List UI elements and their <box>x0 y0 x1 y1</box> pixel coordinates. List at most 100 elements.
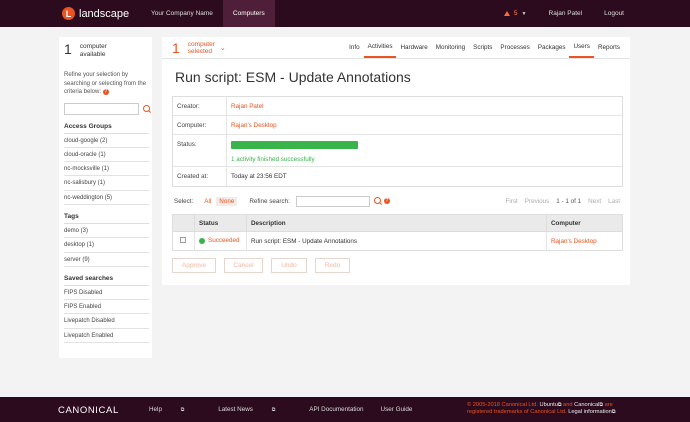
access-group-item[interactable]: nc-weddington (5) <box>64 191 149 205</box>
footer-link-news-label: Latest News <box>218 406 253 413</box>
status-value: 1 activity finished successfully <box>227 135 358 166</box>
available-count: 1 <box>64 41 72 57</box>
nav-computers[interactable]: Computers <box>222 0 275 27</box>
status-column-header: Status <box>194 214 247 232</box>
tab-reports[interactable]: Reports <box>594 37 624 58</box>
success-icon <box>199 237 205 244</box>
refine-search-label: Refine search: <box>249 197 290 205</box>
chevron-down-icon: ⌄ <box>219 44 226 52</box>
external-link-icon: ⧉ <box>611 409 616 416</box>
canonical-logo[interactable]: CANONICAL <box>58 405 119 416</box>
approve-button[interactable]: Approve <box>172 258 216 273</box>
computer-column-header: Computer <box>546 214 623 232</box>
access-groups-title: Access Groups <box>64 123 149 134</box>
computer-tabs: Info Activities Hardware Monitoring Scri… <box>345 37 630 58</box>
row-computer-cell: Rajan's Desktop <box>546 231 623 251</box>
select-label: Select: <box>174 197 194 205</box>
pager-first[interactable]: First <box>506 198 518 205</box>
sidebar-search-input[interactable] <box>64 102 139 115</box>
saved-search-item[interactable]: FIPS Disabled <box>64 286 149 301</box>
ubuntu-link[interactable]: Ubuntu <box>540 402 558 408</box>
select-column-header <box>172 214 195 232</box>
computer-label: Computer: <box>173 116 227 134</box>
created-label: Created at: <box>173 167 227 186</box>
footer-link-help[interactable]: Help ⧉ <box>149 406 201 413</box>
saved-search-item[interactable]: Livepatch Enabled <box>64 329 149 344</box>
help-icon[interactable]: ? <box>102 89 109 95</box>
footer-link-api[interactable]: API Documentation <box>309 406 363 413</box>
tab-processes[interactable]: Processes <box>496 37 533 58</box>
available-label-line2: available <box>79 50 106 58</box>
tab-monitoring[interactable]: Monitoring <box>432 37 469 58</box>
row-checkbox[interactable] <box>180 237 186 243</box>
top-nav: Your Company Name Computers <box>141 0 275 27</box>
pager-previous[interactable]: Previous <box>525 198 550 205</box>
tab-activities[interactable]: Activities <box>363 37 397 58</box>
tab-info[interactable]: Info <box>345 37 364 58</box>
help-icon[interactable]: ? <box>383 198 390 204</box>
tag-item[interactable]: server (9) <box>64 253 149 267</box>
sidebar: 1 computer available Refine your selecti… <box>59 37 152 358</box>
canonical-link[interactable]: Canonical <box>574 402 599 408</box>
refine-instructions: Refine your selection by searching or se… <box>64 71 149 97</box>
tab-packages[interactable]: Packages <box>534 37 570 58</box>
tag-item[interactable]: demo (3) <box>64 224 149 239</box>
refine-search-input[interactable] <box>295 195 370 207</box>
landscape-logo[interactable]: L landscape <box>0 0 141 27</box>
select-all-link[interactable]: All <box>202 197 213 206</box>
pager-next[interactable]: Next <box>588 198 601 205</box>
detail-row-creator: Creator: Rajan Patel <box>173 97 622 116</box>
search-icon[interactable] <box>142 104 150 114</box>
selected-label-line2: selected <box>187 47 213 55</box>
search-icon[interactable] <box>373 196 383 206</box>
top-right-controls: 5 ▼ Rajan Patel Logout <box>503 0 690 27</box>
legal-link[interactable]: Legal information <box>568 409 612 415</box>
cancel-button[interactable]: Cancel <box>224 258 263 273</box>
creator-link[interactable]: Rajan Patel <box>227 97 264 115</box>
tag-item[interactable]: desktop (1) <box>64 238 149 253</box>
computer-link[interactable]: Rajan's Desktop <box>227 116 277 134</box>
saved-search-item[interactable]: Livepatch Disabled <box>64 314 149 329</box>
footer-link-guide[interactable]: User Guide <box>381 406 413 413</box>
copyright-text: © 2005-2018 Canonical Ltd. <box>467 402 538 408</box>
external-link-icon: ⧉ <box>271 407 276 413</box>
user-account-link[interactable]: Rajan Patel <box>549 10 583 17</box>
redo-button[interactable]: Redo <box>315 258 350 273</box>
access-group-item[interactable]: cloud-oracle (1) <box>64 148 149 163</box>
row-status[interactable]: Succeeded <box>208 237 240 244</box>
undo-button[interactable]: Undo <box>271 258 307 273</box>
activities-table: Status Description Computer Succeeded Ru… <box>172 214 623 251</box>
footer-links: Help ⧉ Latest News ⧉ API Documentation U… <box>149 406 429 413</box>
available-label-line1: computer <box>79 43 107 50</box>
detail-row-created: Created at: Today at 23:56 EDT <box>173 167 622 186</box>
saved-searches-title: Saved searches <box>64 275 149 286</box>
logout-link[interactable]: Logout <box>604 10 624 17</box>
selected-computers-dropdown[interactable]: 1 computer selected ⌄ <box>162 37 302 58</box>
footer-link-news[interactable]: Latest News ⧉ <box>218 406 292 413</box>
pager-last[interactable]: Last <box>608 198 620 205</box>
sidebar-search <box>64 102 150 115</box>
are-text: are <box>604 402 613 408</box>
row-select-cell <box>172 231 195 251</box>
alert-count: 5 <box>513 10 518 17</box>
external-link-icon: ⧉ <box>599 402 603 408</box>
select-none-link[interactable]: None <box>216 196 238 206</box>
tab-users[interactable]: Users <box>569 37 594 58</box>
detail-row-status: Status: 1 activity finished successfully <box>173 135 622 167</box>
main-panel: 1 computer selected ⌄ Info Activities Ha… <box>162 37 630 285</box>
saved-search-item[interactable]: FIPS Enabled <box>64 300 149 315</box>
tab-hardware[interactable]: Hardware <box>396 37 431 58</box>
access-group-item[interactable]: nc-mocksville (1) <box>64 162 149 177</box>
tab-scripts[interactable]: Scripts <box>469 37 496 58</box>
nav-company[interactable]: Your Company Name <box>141 0 223 27</box>
alerts-dropdown[interactable]: 5 ▼ <box>503 10 527 17</box>
available-label: computer available <box>80 43 107 58</box>
access-group-item[interactable]: cloud-google (2) <box>64 134 149 148</box>
external-link-icon: ⧉ <box>180 407 185 413</box>
row-computer-link[interactable]: Rajan's Desktop <box>551 238 597 245</box>
selection-toolbar: Select: All None Refine search: ? First … <box>174 194 630 208</box>
computer-subnav: 1 computer selected ⌄ Info Activities Ha… <box>162 37 630 59</box>
and-text: and <box>563 402 573 408</box>
table-header-row: Status Description Computer <box>172 214 623 232</box>
access-group-item[interactable]: nc-salisbury (1) <box>64 176 149 191</box>
